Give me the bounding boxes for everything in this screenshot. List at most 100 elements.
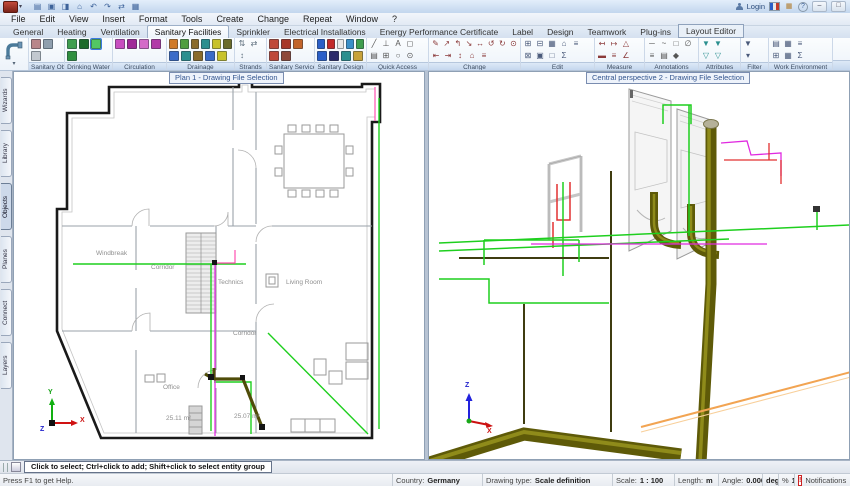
redo-icon[interactable]: ↷ — [102, 1, 113, 12]
sync-icon[interactable]: ⇄ — [116, 1, 127, 12]
sidebar-tab-wizards[interactable]: Wizards — [1, 77, 12, 124]
tool-icon[interactable]: ○ — [393, 51, 403, 61]
login-button[interactable]: Login — [747, 2, 765, 11]
app-menu-caret-icon[interactable]: ▾ — [19, 3, 22, 10]
tool-icon[interactable]: ≡ — [795, 39, 805, 49]
tool-icon[interactable]: ▣ — [535, 51, 545, 61]
plan-viewport[interactable]: Plan 1 - Drawing File Selection — [13, 71, 425, 460]
app-icon[interactable] — [3, 1, 18, 13]
tool-icon[interactable] — [269, 51, 279, 61]
sidebar-tab-connect[interactable]: Connect — [1, 289, 12, 336]
tool-icon[interactable]: ⇄ — [249, 39, 259, 49]
tool-icon[interactable]: ▦ — [547, 39, 557, 49]
tool-icon[interactable]: ⇥ — [443, 51, 453, 61]
tool-icon[interactable]: ~ — [659, 39, 669, 49]
sidebar-tab-planes[interactable]: Planes — [1, 236, 12, 283]
toolbar-grip[interactable] — [3, 463, 8, 472]
tool-icon[interactable]: ≡ — [571, 39, 581, 49]
tool-icon[interactable]: ↘ — [464, 39, 473, 49]
tool-icon[interactable]: ⇅ — [237, 39, 247, 49]
tool-icon[interactable]: ▦ — [783, 39, 793, 49]
tool-icon[interactable]: ▾ — [743, 51, 753, 61]
tab-electrical-installations[interactable]: Electrical Installations — [277, 26, 373, 38]
tool-icon[interactable]: ⇤ — [431, 51, 441, 61]
tool-icon[interactable]: ≡ — [647, 51, 657, 61]
status-angle[interactable]: Angle:0.000 — [718, 474, 762, 486]
plan-viewport-title[interactable]: Plan 1 - Drawing File Selection — [169, 72, 284, 84]
tool-icon[interactable]: ≡ — [479, 51, 489, 61]
tool-icon[interactable]: ↕ — [455, 51, 465, 61]
help-icon[interactable]: ? — [798, 2, 808, 12]
status-notifications[interactable]: ! Notifications — [794, 474, 850, 486]
tool-icon[interactable] — [346, 39, 354, 49]
floor-plan-canvas[interactable] — [14, 72, 425, 460]
tool-icon[interactable]: ↻ — [498, 39, 507, 49]
open-icon[interactable]: ▤ — [32, 1, 43, 12]
tool-icon[interactable] — [317, 39, 325, 49]
tool-icon[interactable]: ▤ — [369, 51, 379, 61]
tool-icon[interactable] — [191, 39, 200, 49]
tool-icon[interactable]: □ — [547, 51, 557, 61]
undo-icon[interactable]: ↶ — [88, 1, 99, 12]
tool-icon[interactable]: ✎ — [431, 39, 440, 49]
tool-icon[interactable]: ◆ — [671, 51, 681, 61]
perspective-viewport-title[interactable]: Central perspective 2 - Drawing File Sel… — [586, 72, 750, 84]
menu-create[interactable]: Create — [209, 14, 250, 24]
status-angle-unit[interactable]: deg — [762, 474, 778, 486]
tab-teamwork[interactable]: Teamwork — [581, 26, 634, 38]
status-length-unit[interactable]: Length:m — [674, 474, 718, 486]
menu-repeat[interactable]: Repeat — [296, 14, 339, 24]
tab-plug-ins[interactable]: Plug-ins — [633, 26, 678, 38]
tool-icon[interactable] — [341, 51, 351, 61]
tool-icon[interactable] — [329, 51, 339, 61]
sidebar-tab-library[interactable]: Library — [1, 130, 12, 177]
minimize-button[interactable]: – — [812, 1, 827, 12]
status-scale[interactable]: Scale:1 : 100 — [612, 474, 674, 486]
tool-icon[interactable] — [127, 39, 137, 49]
save-icon[interactable]: ▣ — [46, 1, 57, 12]
tool-icon[interactable]: ▤ — [771, 39, 781, 49]
tool-icon[interactable]: ⊥ — [381, 39, 391, 49]
tool-icon[interactable]: ⊞ — [523, 39, 533, 49]
tool-icon[interactable] — [281, 39, 291, 49]
tool-icon[interactable] — [31, 51, 41, 61]
menu-window[interactable]: Window — [339, 14, 385, 24]
tool-icon[interactable]: ↗ — [442, 39, 451, 49]
tool-icon[interactable]: △ — [621, 39, 631, 49]
perspective-viewport[interactable]: Central perspective 2 - Drawing File Sel… — [428, 71, 850, 460]
tool-icon[interactable] — [43, 39, 53, 49]
tool-icon[interactable] — [151, 39, 161, 49]
maximize-button[interactable]: □ — [831, 1, 846, 12]
menu-tools[interactable]: Tools — [174, 14, 209, 24]
tool-icon[interactable]: ⊟ — [535, 39, 545, 49]
tool-icon[interactable]: ◻ — [405, 39, 415, 49]
tool-icon[interactable]: ↔ — [476, 39, 485, 49]
shop-icon[interactable]: ▦ — [784, 2, 794, 11]
tool-icon[interactable] — [115, 39, 125, 49]
perspective-canvas[interactable] — [429, 72, 850, 460]
tab-energy-performance-certificate[interactable]: Energy Performance Certificate — [373, 26, 506, 38]
tool-icon[interactable]: ↦ — [609, 39, 619, 49]
tool-icon[interactable] — [317, 51, 327, 61]
language-flag-icon[interactable] — [769, 2, 780, 11]
tool-icon[interactable]: ↕ — [237, 51, 247, 61]
tool-icon[interactable] — [193, 51, 203, 61]
tool-icon[interactable] — [169, 39, 178, 49]
menu-view[interactable]: View — [62, 14, 95, 24]
tool-icon[interactable]: ≡ — [609, 51, 619, 61]
tool-icon[interactable] — [169, 51, 179, 61]
tool-icon[interactable] — [67, 39, 77, 49]
tool-icon[interactable]: ⌂ — [559, 39, 569, 49]
menu-change[interactable]: Change — [250, 14, 296, 24]
menu-edit[interactable]: Edit — [33, 14, 63, 24]
settings-icon[interactable]: ▦ — [130, 1, 141, 12]
status-percent[interactable]: %1 — [778, 474, 794, 486]
sidebar-tab-layers[interactable]: Layers — [1, 342, 12, 389]
pipe-tool-button[interactable]: ▾ — [0, 38, 29, 70]
tab-layout-editor[interactable]: Layout Editor — [678, 24, 744, 38]
tool-icon[interactable]: ⊞ — [771, 51, 781, 61]
tool-icon[interactable]: □ — [671, 39, 681, 49]
tool-icon[interactable]: ▽ — [701, 51, 711, 61]
tab-label[interactable]: Label — [505, 26, 540, 38]
tool-icon[interactable] — [327, 39, 335, 49]
